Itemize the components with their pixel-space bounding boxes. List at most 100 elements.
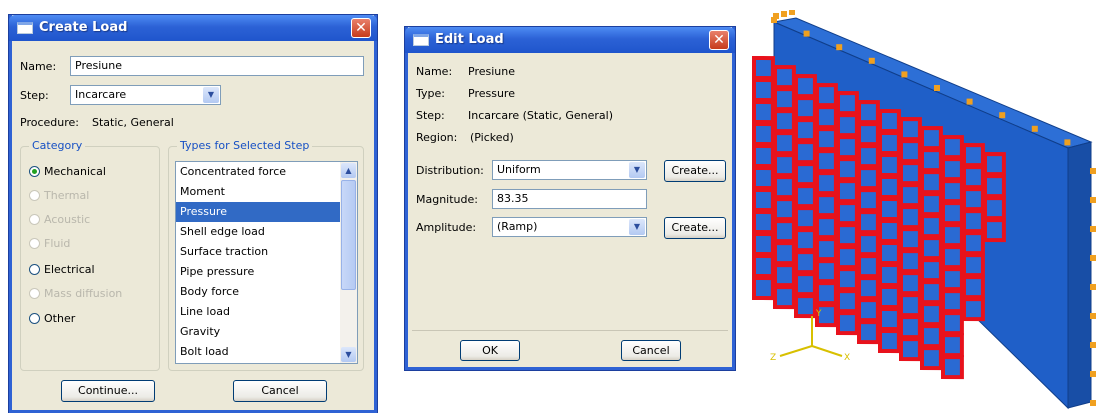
close-icon[interactable]: ✕: [351, 18, 371, 38]
procedure-value: Static, General: [92, 116, 174, 129]
model-viewport[interactable]: Y X Z: [746, 10, 1103, 413]
create-load-dialog: Create Load ✕ Name: Presiune Step: Incar…: [9, 15, 377, 413]
load-grid-cell: [815, 148, 838, 174]
load-grid-cell: [815, 104, 838, 130]
radio-mass-diffusion: Mass diffusion: [29, 287, 122, 300]
radio-dot: [29, 288, 40, 299]
radio-other[interactable]: Other: [29, 312, 75, 325]
list-item[interactable]: Concentrated force: [176, 162, 357, 182]
load-grid-cell: [878, 174, 901, 200]
scroll-down-icon[interactable]: ▼: [341, 347, 356, 362]
distribution-select[interactable]: Uniform ▼: [492, 160, 647, 180]
magnitude-input[interactable]: 83.35: [492, 189, 647, 209]
list-item[interactable]: Surface traction: [176, 242, 357, 262]
cancel-button[interactable]: Cancel: [621, 340, 681, 361]
continue-button[interactable]: Continue...: [61, 380, 155, 402]
load-grid-cell: [794, 73, 817, 99]
amplitude-select[interactable]: (Ramp) ▼: [492, 217, 647, 237]
boundary-condition-marker: [1090, 313, 1096, 319]
load-grid-cell: [983, 151, 1006, 177]
load-grid-cell: [941, 288, 964, 314]
info-value: Presiune: [468, 65, 515, 78]
list-item[interactable]: Moment: [176, 182, 357, 202]
list-item[interactable]: Bolt load: [176, 342, 357, 362]
load-grid-cell: [878, 328, 901, 354]
load-grid-cell: [815, 236, 838, 262]
info-label: Name:: [416, 65, 453, 78]
types-scrollbar[interactable]: ▲ ▼: [340, 162, 357, 363]
panel-side-face: [1067, 141, 1092, 409]
amplitude-value: (Ramp): [497, 220, 538, 233]
load-grid-cell: [962, 274, 985, 300]
radio-mechanical[interactable]: Mechanical: [29, 165, 106, 178]
load-grid-cell: [962, 164, 985, 190]
list-item[interactable]: Gravity: [176, 322, 357, 342]
dropdown-arrow-icon[interactable]: ▼: [629, 162, 645, 178]
boundary-condition-marker: [1090, 284, 1096, 290]
load-grid-cell: [794, 161, 817, 187]
load-grid-cell: [836, 112, 859, 138]
info-value: Pressure: [468, 87, 515, 100]
scroll-thumb[interactable]: [341, 180, 356, 290]
close-icon[interactable]: ✕: [709, 30, 729, 50]
load-grid-cell: [857, 231, 880, 257]
load-grid-cell: [815, 126, 838, 152]
load-grid-cell: [941, 310, 964, 336]
types-listbox[interactable]: Concentrated force Moment Pressure Shell…: [175, 161, 358, 364]
load-grid-cell: [752, 77, 775, 103]
load-grid-cell: [899, 138, 922, 164]
load-grid-cell: [836, 90, 859, 116]
boundary-condition-marker: [999, 112, 1006, 119]
load-grid-cell: [752, 187, 775, 213]
load-grid-cell: [773, 284, 796, 310]
create-load-titlebar[interactable]: Create Load ✕: [9, 15, 377, 41]
boundary-condition-marker: [789, 10, 795, 15]
load-grid-cell: [899, 182, 922, 208]
load-grid-cell: [920, 235, 943, 261]
radio-dot: [29, 264, 40, 275]
list-item-selected[interactable]: Pressure: [176, 202, 357, 222]
distribution-label: Distribution:: [416, 164, 484, 177]
list-item[interactable]: Shell edge load: [176, 222, 357, 242]
load-grid-cell: [941, 178, 964, 204]
triad-label-z: Z: [770, 353, 776, 363]
create-distribution-button[interactable]: Create...: [664, 160, 726, 182]
ok-button[interactable]: OK: [460, 340, 520, 361]
load-grid-cell: [941, 266, 964, 292]
load-grid-cell: [857, 165, 880, 191]
load-grid-cell: [878, 218, 901, 244]
radio-dot: [29, 190, 40, 201]
amplitude-label: Amplitude:: [416, 221, 477, 234]
create-amplitude-button[interactable]: Create...: [664, 217, 726, 239]
load-grid-cell: [794, 205, 817, 231]
dropdown-arrow-icon[interactable]: ▼: [203, 87, 219, 103]
load-grid-cell: [920, 169, 943, 195]
load-grid-cell: [836, 156, 859, 182]
radio-dot: [29, 214, 40, 225]
load-grid-cell: [920, 191, 943, 217]
info-value: (Picked): [470, 131, 514, 144]
load-grid-cell: [920, 213, 943, 239]
cancel-button[interactable]: Cancel: [233, 380, 327, 402]
edit-load-titlebar[interactable]: Edit Load ✕: [405, 27, 735, 53]
load-grid-cell: [920, 257, 943, 283]
boundary-condition-marker: [1090, 255, 1096, 261]
load-grid-cell: [836, 178, 859, 204]
boundary-condition-marker: [934, 85, 940, 91]
dropdown-arrow-icon[interactable]: ▼: [629, 219, 645, 235]
name-field[interactable]: Presiune: [70, 56, 364, 76]
list-item[interactable]: Body force: [176, 282, 357, 302]
boundary-condition-marker: [773, 13, 779, 19]
radio-electrical[interactable]: Electrical: [29, 263, 95, 276]
list-item[interactable]: Line load: [176, 302, 357, 322]
triad-label-y: Y: [815, 309, 822, 319]
scroll-up-icon[interactable]: ▲: [341, 163, 356, 178]
load-grid-cell: [815, 258, 838, 284]
load-grid-cell: [836, 288, 859, 314]
boundary-condition-marker: [1090, 226, 1096, 232]
load-grid-cell: [815, 192, 838, 218]
load-grid-cell: [836, 222, 859, 248]
step-select[interactable]: Incarcare ▼: [70, 85, 221, 105]
list-item[interactable]: Pipe pressure: [176, 262, 357, 282]
load-grid-cell: [752, 209, 775, 235]
